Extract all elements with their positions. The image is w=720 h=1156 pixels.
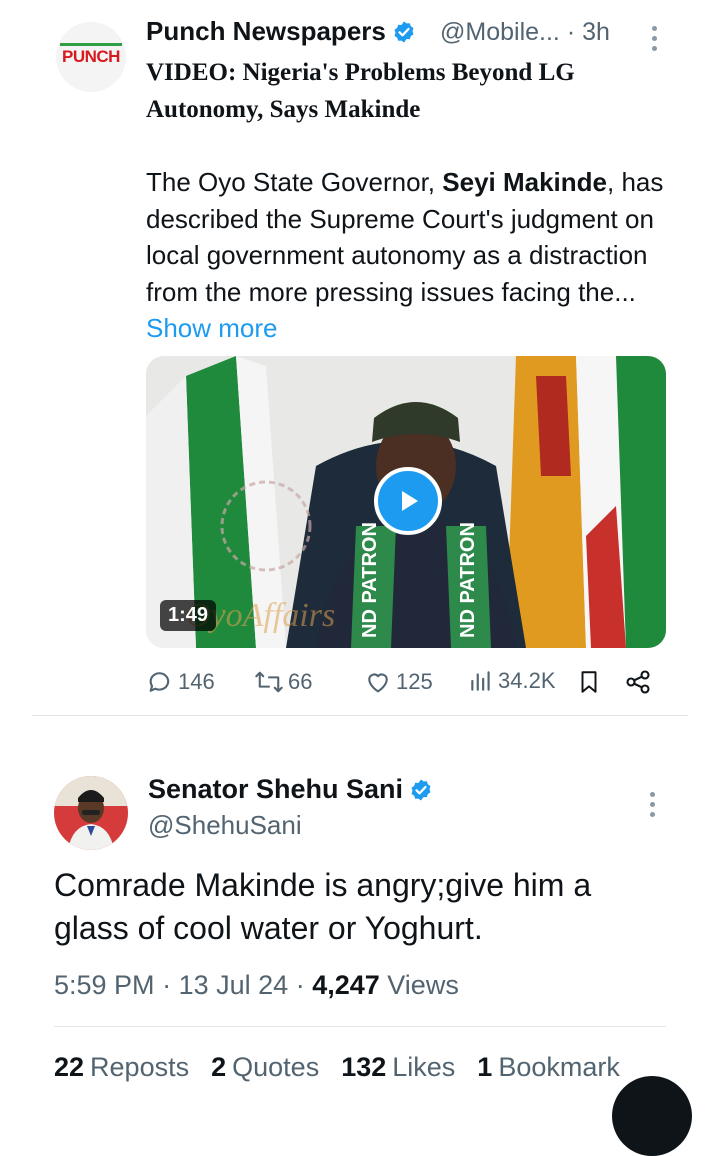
reposts-count: 22: [54, 1052, 85, 1082]
quoted-action-bar: 146 66 125 34.2K: [146, 668, 666, 700]
tweet-author[interactable]: Senator Shehu Sani: [148, 774, 433, 805]
sash-text-left: ND PATRON: [359, 522, 381, 638]
likes-stat[interactable]: 132 Likes: [341, 1052, 455, 1083]
tweet-time[interactable]: 5:59 PM: [54, 970, 155, 1000]
bookmarks-count: 1: [477, 1052, 493, 1082]
bookmark-icon: [581, 671, 597, 693]
views-button[interactable]: 34.2K: [468, 668, 556, 694]
tweet-stats: 22 Reposts 2 Quotes 132 Likes 1 Bookmark: [54, 1052, 620, 1083]
views-label: Views: [387, 970, 459, 1000]
like-button[interactable]: 125: [364, 668, 433, 696]
quotes-label: Quotes: [232, 1052, 320, 1082]
avatar[interactable]: [54, 776, 128, 850]
meta-separator: ·: [162, 970, 179, 1000]
compose-button[interactable]: [612, 1076, 692, 1156]
video-duration: 1:49: [160, 600, 217, 631]
bookmarks-stat[interactable]: 1 Bookmark: [477, 1052, 620, 1083]
repost-button[interactable]: 66: [254, 668, 312, 696]
quoted-author-name: Punch Newspapers: [146, 16, 386, 46]
views-count: 4,247: [312, 970, 380, 1000]
punch-avatar[interactable]: PUNCH: [56, 22, 126, 92]
reposts-stat[interactable]: 22 Reposts: [54, 1052, 189, 1083]
likes-count: 132: [341, 1052, 387, 1082]
quoted-time[interactable]: · 3h: [567, 18, 610, 46]
bookmark-button[interactable]: [576, 668, 602, 696]
play-icon: [402, 491, 418, 511]
repost-count: 66: [288, 669, 313, 694]
more-options-icon[interactable]: [648, 792, 656, 817]
quoted-author[interactable]: Punch Newspapers: [146, 16, 416, 47]
tweet-handle[interactable]: @ShehuSani: [148, 810, 302, 841]
quotes-count: 2: [211, 1052, 227, 1082]
reply-icon: [149, 672, 170, 692]
divider: [54, 1026, 666, 1027]
tweet-date[interactable]: 13 Jul 24: [179, 970, 289, 1000]
tweet-author-name: Senator Shehu Sani: [148, 774, 404, 804]
views-count: 34.2K: [498, 668, 556, 693]
quoted-handle-time: @Mobile... · 3h: [440, 18, 610, 47]
reply-button[interactable]: 146: [146, 668, 215, 696]
tweet-meta: 5:59 PM · 13 Jul 24 · 4,247 Views: [54, 970, 459, 1001]
quotes-stat[interactable]: 2 Quotes: [211, 1052, 319, 1083]
reply-count: 146: [178, 669, 215, 694]
reposts-label: Reposts: [90, 1052, 190, 1082]
quoted-body-text: The Oyo State Governor,: [146, 167, 443, 197]
tweet-text: Comrade Makinde is angry;give him a glas…: [54, 867, 592, 946]
quoted-body-bold: Seyi Makinde: [442, 167, 607, 197]
verified-badge-icon: [409, 778, 433, 802]
quoted-headline: VIDEO: Nigeria's Problems Beyond LG Auto…: [146, 59, 575, 123]
quoted-handle[interactable]: @Mobile...: [440, 18, 560, 46]
share-button[interactable]: [624, 668, 652, 696]
play-button[interactable]: [374, 467, 442, 535]
meta-separator: ·: [295, 970, 313, 1000]
more-options-icon[interactable]: [650, 26, 658, 51]
show-more-link[interactable]: Show more: [146, 313, 278, 343]
bookmarks-label: Bookmark: [498, 1052, 620, 1082]
avatar-image: [54, 776, 128, 850]
divider: [32, 715, 688, 716]
sash-text-right: ND PATRON: [457, 522, 479, 638]
verified-badge-icon: [392, 20, 416, 44]
quoted-body: The Oyo State Governor, Seyi Makinde, ha…: [146, 164, 676, 347]
like-count: 125: [396, 669, 433, 694]
share-icon: [626, 670, 650, 694]
repost-icon: [255, 671, 283, 693]
views-icon: [471, 671, 490, 691]
likes-label: Likes: [392, 1052, 456, 1082]
like-icon: [368, 673, 388, 693]
punch-logo: PUNCH: [60, 43, 122, 66]
